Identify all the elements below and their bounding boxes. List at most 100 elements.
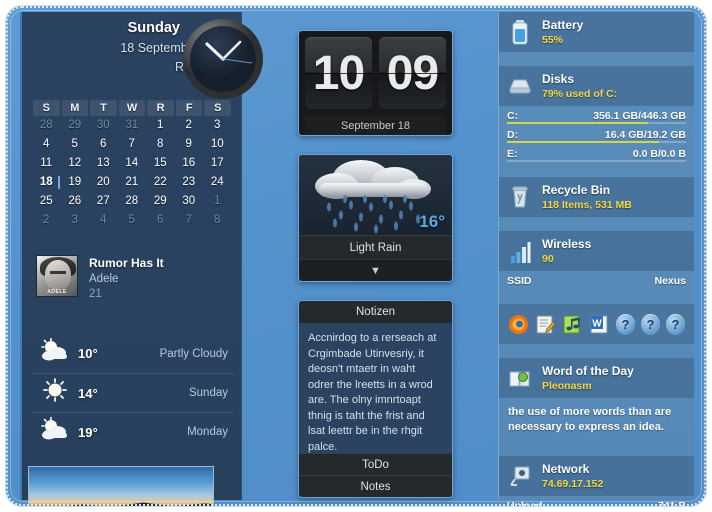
calendar-day[interactable]: 14 [118, 154, 147, 173]
clock-dayname: Sunday [127, 20, 180, 36]
calendar-day[interactable]: 10 [203, 135, 232, 154]
recycle-bin-value: 118 Items, 531 MB [542, 198, 632, 211]
calendar-day[interactable]: 20 [89, 173, 118, 192]
word-of-the-day-title: Word of the Day [542, 363, 634, 378]
calendar-day[interactable]: 11 [32, 154, 61, 173]
photo-slideshow-widget[interactable] [28, 466, 214, 506]
calendar-day[interactable]: 8 [203, 211, 232, 230]
track-title: Rumor Has It [89, 256, 164, 270]
upload-label: Upload [507, 499, 543, 507]
upload-value: 741 B [657, 499, 686, 507]
calendar-day-today[interactable]: 18 [32, 173, 61, 192]
track-album: 21 [89, 288, 102, 300]
weather-condition: Light Rain [299, 235, 452, 259]
calendar-day[interactable]: 3 [61, 211, 90, 230]
calendar-day[interactable]: 6 [146, 211, 175, 230]
calendar-day[interactable]: 29 [146, 192, 175, 211]
calendar-day[interactable]: 4 [89, 211, 118, 230]
calendar-day[interactable]: 30 [175, 192, 204, 211]
todo-button[interactable]: ToDo [299, 453, 452, 475]
word-of-the-day-definition: the use of more words than are necessary… [508, 406, 672, 433]
battery-widget[interactable]: Battery 55% [499, 12, 694, 66]
word-of-the-day-widget[interactable]: Word of the Day Pleonasm the use of more… [499, 358, 694, 456]
forecast-widget: 10° Partly Cloudy 14° Sunday 19° Monday [32, 334, 234, 451]
calendar-day[interactable]: 31 [118, 116, 147, 135]
forecast-row: 19° Monday [32, 412, 234, 451]
calendar-day[interactable]: 7 [118, 135, 147, 154]
calendar-day[interactable]: 19 [61, 173, 90, 192]
calendar-day[interactable]: 28 [32, 116, 61, 135]
forecast-label: Sunday [188, 387, 228, 399]
calendar-day[interactable]: 7 [175, 211, 204, 230]
calendar-week-row: 28 29 30 31 1 2 3 [32, 116, 232, 135]
forecast-row: 10° Partly Cloudy [32, 334, 234, 373]
weather-widget[interactable]: 16° Light Rain ▼ [298, 154, 453, 282]
calendar-day[interactable]: 9 [175, 135, 204, 154]
network-widget[interactable]: Network 74.69.17.152 Upload 741 B Downlo… [499, 456, 694, 506]
calendar-day[interactable]: 27 [89, 192, 118, 211]
calendar-day[interactable]: 23 [175, 173, 204, 192]
ssid-value: Nexus [654, 274, 686, 287]
calendar-day[interactable]: 4 [32, 135, 61, 154]
calendar-day[interactable]: 15 [146, 154, 175, 173]
upload-row: Upload 741 B [499, 496, 694, 507]
launcher-bar[interactable]: W??? [499, 304, 694, 344]
music-icon[interactable] [562, 314, 583, 335]
calendar-day[interactable]: 12 [61, 154, 90, 173]
calendar-day[interactable]: 25 [32, 192, 61, 211]
right-sidebar: Battery 55% Disks 79% used of C: C: 356.… [498, 12, 694, 506]
unknown-app-icon[interactable]: ? [666, 313, 685, 335]
calendar-day[interactable]: 2 [32, 211, 61, 230]
firefox-icon[interactable] [508, 314, 529, 335]
calendar-day[interactable]: 1 [146, 116, 175, 135]
calendar-day[interactable]: 5 [118, 211, 147, 230]
calendar-day[interactable]: 29 [61, 116, 90, 135]
notes-body[interactable]: Accnirdog to a rerseach at Crgimbade Uti… [299, 323, 452, 453]
calendar-week-row: 18 19 20 21 22 23 24 [32, 173, 232, 192]
drive-value: 16.4 GB/19.2 GB [604, 128, 686, 141]
calendar-day[interactable]: 17 [203, 154, 232, 173]
calendar-widget[interactable]: S M T W R F S 28 29 30 31 1 2 3 4 5 6 7 8 9 10 11 12 13 1… [32, 100, 232, 230]
disks-widget[interactable]: Disks 79% used of C: C: 356.1 GB/446.3 GB… [499, 66, 694, 177]
notes-widget[interactable]: Notizen Accnirdog to a rerseach at Crgim… [298, 300, 453, 498]
calendar-day[interactable]: 22 [146, 173, 175, 192]
calendar-header-row: S M T W R F S [32, 100, 232, 116]
recycle-bin-widget[interactable]: Recycle Bin 118 Items, 531 MB [499, 177, 694, 231]
calendar-weekday: T [90, 100, 117, 116]
calendar-weekday: R [147, 100, 174, 116]
calendar-day[interactable]: 30 [89, 116, 118, 135]
calendar-day[interactable]: 5 [61, 135, 90, 154]
battery-icon [507, 18, 533, 46]
calendar-week-row: 11 12 13 14 15 16 17 [32, 154, 232, 173]
notepad-icon[interactable] [535, 314, 556, 335]
unknown-app-icon[interactable]: ? [641, 313, 660, 335]
word-icon[interactable]: W [589, 314, 610, 335]
calendar-day[interactable]: 6 [89, 135, 118, 154]
music-player-widget[interactable]: ADELE Rumor Has It Adele 21 [36, 255, 232, 307]
unknown-app-icon[interactable]: ? [616, 313, 635, 335]
drive-usage-bar [507, 160, 686, 162]
calendar-day[interactable]: 28 [118, 192, 147, 211]
network-ip: 74.69.17.152 [542, 477, 604, 490]
notes-button[interactable]: Notes [299, 475, 452, 497]
calendar-day[interactable]: 16 [175, 154, 204, 173]
partly-cloudy-icon [32, 337, 78, 369]
forecast-temperature: 19° [78, 424, 98, 440]
calendar-day[interactable]: 8 [146, 135, 175, 154]
drive-usage-bar [507, 141, 686, 143]
calendar-day[interactable]: 3 [203, 116, 232, 135]
calendar-day[interactable]: 13 [89, 154, 118, 173]
weather-expand-button[interactable]: ▼ [299, 259, 452, 281]
flip-clock-widget[interactable]: 10 09 September 18 [298, 30, 453, 136]
calendar-day[interactable]: 21 [118, 173, 147, 192]
battery-value: 55% [542, 33, 564, 46]
flip-minutes-value: 09 [386, 46, 439, 100]
calendar-day[interactable]: 26 [61, 192, 90, 211]
calendar-day[interactable]: 24 [203, 173, 232, 192]
calendar-day[interactable]: 2 [175, 116, 204, 135]
ssid-label: SSID [507, 274, 532, 287]
network-title: Network [542, 461, 590, 476]
drive-value: 0.0 B/0.0 B [632, 147, 686, 160]
calendar-day[interactable]: 1 [203, 192, 232, 211]
wireless-widget[interactable]: Wireless 90 SSID Nexus [499, 231, 694, 304]
